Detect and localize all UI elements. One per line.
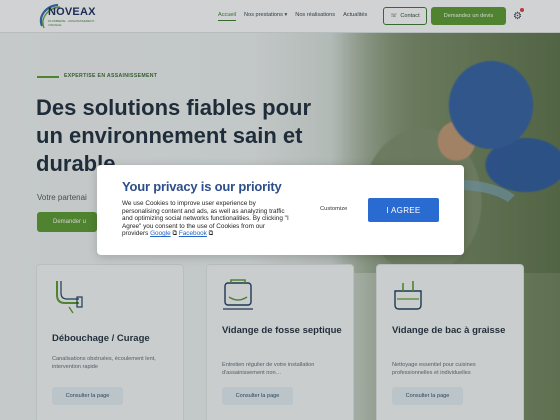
external-link-icon: ⧉ [208, 230, 214, 238]
cookie-consent-modal: Your privacy is our priority We use Cook… [97, 165, 464, 255]
customize-button[interactable]: Customize [320, 206, 347, 212]
cookie-modal-title: Your privacy is our priority [122, 179, 282, 194]
cookie-modal-text: We use Cookies to improve user experienc… [122, 200, 292, 238]
agree-button[interactable]: I AGREE [368, 198, 439, 222]
facebook-link[interactable]: Facebook [179, 230, 207, 237]
google-link[interactable]: Google [150, 230, 171, 237]
external-link-icon: ⧉ [172, 230, 178, 238]
